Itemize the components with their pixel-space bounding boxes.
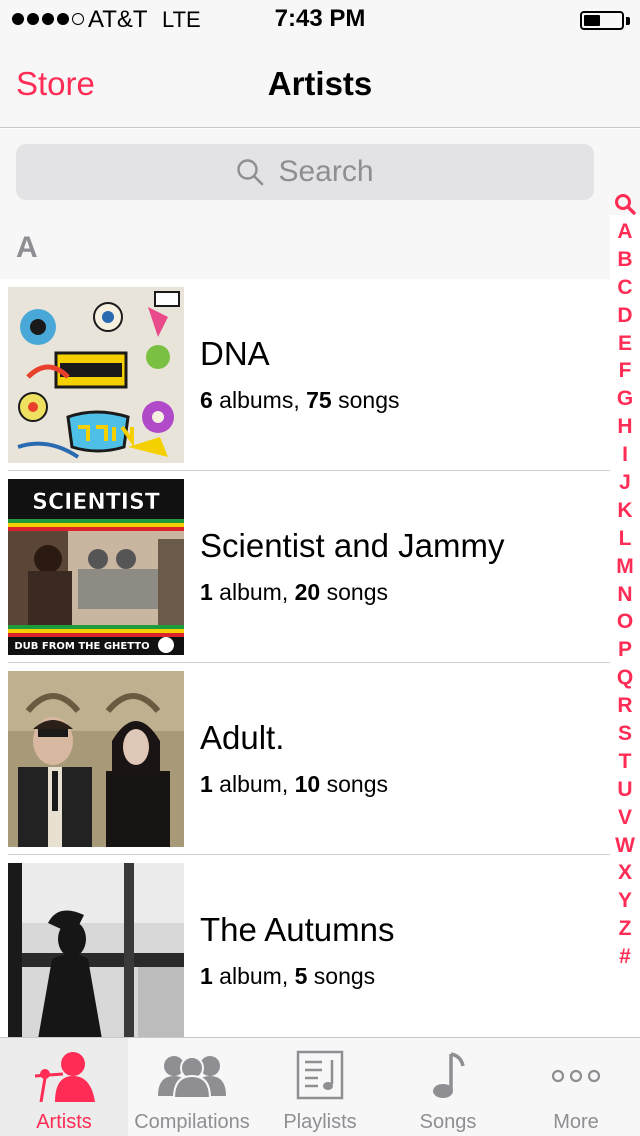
page-title: Artists [267, 65, 373, 102]
tab-playlists[interactable]: Playlists [256, 1038, 384, 1136]
index-search-icon[interactable] [614, 190, 636, 218]
index-letter[interactable]: X [612, 859, 638, 887]
battery-icon [580, 11, 624, 30]
search-input[interactable]: Search [16, 144, 594, 200]
tab-label: Artists [36, 1111, 92, 1133]
index-letter[interactable]: I [612, 441, 638, 469]
more-icon [551, 1069, 601, 1083]
index-letter[interactable]: Y [612, 887, 638, 915]
index-letter[interactable]: M [612, 553, 638, 581]
section-header: A [0, 215, 610, 279]
index-letter[interactable]: L [612, 525, 638, 553]
adult-album-art [8, 671, 184, 847]
index-letter[interactable]: A [612, 218, 638, 246]
tab-bar: Artists Compilations Playlists Songs Mor… [0, 1037, 640, 1136]
clock: 7:43 PM [274, 5, 366, 32]
tab-more[interactable]: More [512, 1038, 640, 1136]
index-letter[interactable]: O [612, 608, 638, 636]
scientist-album-art: SCIENTIST DUB FROM THE GHETTO [8, 479, 184, 655]
tab-artists[interactable]: Artists [0, 1038, 128, 1136]
song-word: songs [307, 963, 376, 989]
album-count: 1 [200, 771, 213, 797]
index-letter[interactable]: Z [612, 915, 638, 943]
song-word: songs [320, 771, 388, 797]
index-letter[interactable]: R [612, 692, 638, 720]
index-letter[interactable]: J [612, 469, 638, 497]
search-bar: Search [0, 129, 640, 215]
index-letter[interactable]: S [612, 720, 638, 748]
artist-row[interactable]: The Autumns 1 album, 5 songs [0, 855, 610, 1047]
index-letter[interactable]: K [612, 497, 638, 525]
autumns-album-art [8, 863, 184, 1039]
artist-album-song-count: 1 album, 5 songs [200, 963, 375, 990]
album-count: 6 [200, 387, 213, 413]
battery-level-fill [584, 15, 601, 26]
album-count: 1 [200, 963, 213, 989]
tab-label: Playlists [283, 1111, 357, 1133]
search-placeholder: Search [278, 155, 374, 188]
search-icon [237, 159, 264, 186]
compilations-icon [158, 1056, 226, 1098]
index-letter[interactable]: C [612, 274, 638, 302]
index-letter[interactable]: U [612, 776, 638, 804]
index-letter[interactable]: H [612, 413, 638, 441]
song-count: 5 [294, 963, 308, 989]
artist-album-song-count: 1 album, 20 songs [200, 579, 388, 606]
index-letter[interactable]: V [612, 804, 638, 832]
song-word: songs [331, 387, 400, 413]
artist-name: The Autumns [200, 911, 395, 948]
artist-row[interactable]: SCIENTIST DUB FROM THE GHETTO Scientist … [0, 471, 610, 663]
album-word: album, [212, 963, 295, 989]
song-count: 75 [306, 387, 332, 413]
index-letter[interactable]: N [612, 581, 638, 609]
album-word: albums, [212, 387, 307, 413]
navigation-bar: Store Artists [0, 40, 640, 128]
dangerhouse-album-art [8, 287, 184, 463]
index-letter[interactable]: E [612, 330, 638, 358]
tab-label: Compilations [134, 1111, 250, 1133]
index-letter[interactable]: F [612, 357, 638, 385]
art-title-text: SCIENTIST [32, 490, 160, 515]
tab-songs[interactable]: Songs [384, 1038, 512, 1136]
index-letter[interactable]: P [612, 636, 638, 664]
art-subtitle-text: DUB FROM THE GHETTO [14, 641, 149, 652]
tab-label: More [553, 1111, 599, 1133]
artists-icon [34, 1052, 95, 1102]
status-bar: AT&T LTE 7:43 PM [0, 0, 640, 40]
songs-icon [433, 1052, 465, 1098]
battery-tip [626, 17, 630, 25]
artist-name: DNA [200, 335, 270, 372]
album-word: album, [212, 579, 295, 605]
index-letter[interactable]: W [612, 832, 638, 860]
index-letter[interactable]: # [612, 943, 638, 971]
artist-album-song-count: 6 albums, 75 songs [200, 387, 399, 414]
artist-name: Scientist and Jammy [200, 527, 505, 564]
index-letter[interactable]: G [612, 385, 638, 413]
section-letter: A [16, 231, 38, 264]
song-count: 10 [294, 771, 321, 797]
album-word: album, [212, 771, 295, 797]
index-letter[interactable]: T [612, 748, 638, 776]
tab-label: Songs [419, 1111, 477, 1133]
artist-row[interactable]: Adult. 1 album, 10 songs [0, 663, 610, 855]
artist-row[interactable]: DNA 6 albums, 75 songs [0, 279, 610, 471]
index-letter[interactable]: B [612, 246, 638, 274]
album-count: 1 [200, 579, 213, 605]
index-letter[interactable]: D [612, 302, 638, 330]
artist-album-song-count: 1 album, 10 songs [200, 771, 388, 798]
artist-list: DNA 6 albums, 75 songs SCIENTIST DUB FRO… [0, 279, 610, 1047]
song-word: songs [320, 579, 388, 605]
playlists-icon [296, 1050, 344, 1100]
section-index[interactable]: A B C D E F G H I J K L M N O P Q R S T U V W X Y Z # [612, 190, 638, 971]
tab-compilations[interactable]: Compilations [128, 1038, 256, 1136]
song-count: 20 [294, 579, 321, 605]
index-letter[interactable]: Q [612, 664, 638, 692]
artist-name: Adult. [200, 719, 285, 756]
